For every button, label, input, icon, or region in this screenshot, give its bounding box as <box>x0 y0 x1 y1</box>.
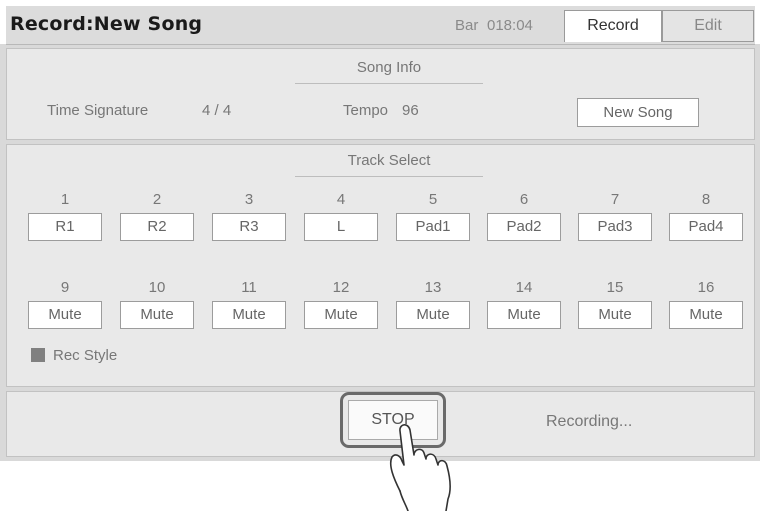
bar-position: 018:04 <box>487 17 533 34</box>
track-number-7: 7 <box>610 191 620 208</box>
track-button-11[interactable]: Mute <box>212 301 286 329</box>
track-number-5: 5 <box>428 191 438 208</box>
track-button-13[interactable]: Mute <box>396 301 470 329</box>
track-button-6[interactable]: Pad2 <box>487 213 561 241</box>
track-number-12: 12 <box>332 279 350 296</box>
track-number-13: 13 <box>424 279 442 296</box>
tab-record[interactable]: Record <box>564 10 662 42</box>
track-button-14[interactable]: Mute <box>487 301 561 329</box>
time-signature-value[interactable]: 4 / 4 <box>202 102 231 119</box>
new-song-button[interactable]: New Song <box>577 98 699 127</box>
track-button-10[interactable]: Mute <box>120 301 194 329</box>
track-number-8: 8 <box>701 191 711 208</box>
track-button-2[interactable]: R2 <box>120 213 194 241</box>
tab-edit[interactable]: Edit <box>662 10 754 42</box>
tempo-value[interactable]: 96 <box>402 102 419 119</box>
song-info-panel: Song Info Time Signature 4 / 4 Tempo 96 … <box>6 48 755 140</box>
tempo-label: Tempo <box>343 102 389 119</box>
page-title: Record:New Song <box>10 13 203 35</box>
track-button-8[interactable]: Pad4 <box>669 213 743 241</box>
track-number-16: 16 <box>697 279 715 296</box>
track-number-3: 3 <box>244 191 254 208</box>
track-number-1: 1 <box>60 191 70 208</box>
track-button-3[interactable]: R3 <box>212 213 286 241</box>
track-button-12[interactable]: Mute <box>304 301 378 329</box>
track-number-15: 15 <box>606 279 624 296</box>
rec-style-label: Rec Style <box>53 347 118 364</box>
track-number-10: 10 <box>148 279 166 296</box>
track-button-5[interactable]: Pad1 <box>396 213 470 241</box>
track-button-1[interactable]: R1 <box>28 213 102 241</box>
track-select-title: Track Select <box>295 152 483 177</box>
track-number-11: 11 <box>241 279 257 296</box>
pointing-hand-icon <box>389 424 452 511</box>
title-bar: Record:New Song Bar 018:04 Record Edit <box>6 6 755 45</box>
song-info-title: Song Info <box>295 59 483 84</box>
track-button-7[interactable]: Pad3 <box>578 213 652 241</box>
track-number-4: 4 <box>336 191 346 208</box>
track-button-15[interactable]: Mute <box>578 301 652 329</box>
time-signature-label: Time Signature <box>47 102 149 119</box>
track-number-9: 9 <box>60 279 70 296</box>
track-select-panel: Track Select 1 R1 2 R2 3 R3 4 L 5 Pad1 6 Pad2 7 Pad3 8… <box>6 144 755 387</box>
track-button-16[interactable]: Mute <box>669 301 743 329</box>
track-number-6: 6 <box>519 191 529 208</box>
rec-style-checkbox[interactable] <box>31 348 45 362</box>
track-number-2: 2 <box>152 191 162 208</box>
track-button-4[interactable]: L <box>304 213 378 241</box>
bar-label: Bar <box>455 17 479 34</box>
track-number-14: 14 <box>515 279 533 296</box>
recording-status: Recording... <box>546 413 633 430</box>
track-button-9[interactable]: Mute <box>28 301 102 329</box>
